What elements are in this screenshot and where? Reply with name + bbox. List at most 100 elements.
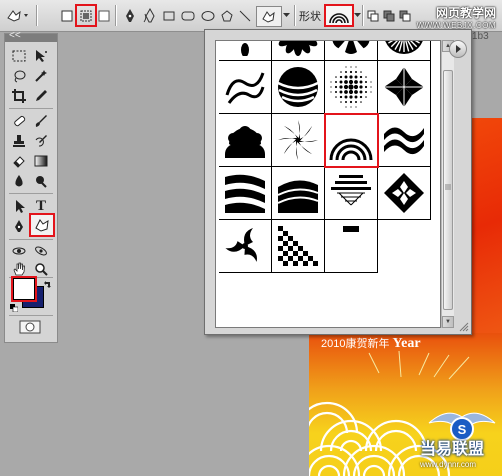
- shape-cell-pinwheel[interactable]: [272, 114, 325, 167]
- combine-subtract-button[interactable]: [398, 6, 412, 25]
- blur-tool[interactable]: [9, 172, 29, 190]
- shape-cell-checker-wedge[interactable]: [272, 220, 325, 273]
- row-partial-icon: [343, 226, 359, 232]
- marquee-tool[interactable]: [9, 47, 29, 65]
- shape-cell-row-partial[interactable]: [325, 220, 378, 273]
- triangle-right-icon: [456, 45, 461, 53]
- shape-cell-halftone-circle[interactable]: [325, 61, 378, 114]
- history-brush-icon: [35, 135, 47, 147]
- resize-grip-icon[interactable]: [459, 322, 469, 332]
- combine-add-button[interactable]: [382, 6, 396, 25]
- move-tool[interactable]: [31, 47, 51, 65]
- magnifier-icon: [35, 263, 48, 276]
- ellipse-button[interactable]: [200, 6, 216, 25]
- shape-picker-menu-button[interactable]: [449, 40, 467, 58]
- shape-cell-flower-burst[interactable]: [219, 41, 272, 61]
- healing-brush-tool[interactable]: [9, 112, 29, 130]
- tools-panel: << T: [4, 30, 58, 343]
- options-bar: 形状 网页教学网 WWW.WEBJX.COM: [0, 0, 502, 32]
- zoom-tool[interactable]: [31, 260, 51, 278]
- rounded-rectangle-button[interactable]: [180, 6, 196, 25]
- path-selection-tool[interactable]: [9, 197, 29, 215]
- scroll-down-button[interactable]: ▼: [442, 316, 454, 328]
- quick-mask-button[interactable]: [19, 320, 41, 334]
- type-tool[interactable]: T: [31, 197, 51, 215]
- 3d-orbit-tool[interactable]: [31, 242, 51, 260]
- shape-cell-arc-stack[interactable]: [324, 113, 379, 168]
- tools-panel-header[interactable]: <<: [5, 30, 57, 42]
- shape-cell-stripes-bowl[interactable]: [272, 61, 325, 114]
- triple-swirl-icon: [225, 228, 257, 262]
- dodge-tool[interactable]: [31, 172, 51, 190]
- type-icon: T: [35, 197, 46, 214]
- default-colors-icon[interactable]: [10, 304, 18, 312]
- pen-nib-icon: [15, 220, 23, 232]
- shape-cell-diamond-cross[interactable]: [378, 61, 431, 114]
- eraser-tool[interactable]: [9, 152, 29, 170]
- shape-cell-strata-grid[interactable]: [325, 167, 378, 220]
- eyedropper-tool[interactable]: [31, 87, 51, 105]
- fill-pixels-mode-icon: [98, 10, 110, 21]
- shape-label: 形状: [299, 10, 321, 23]
- shape-cell-fan-scallop[interactable]: [219, 114, 272, 167]
- checker-wedge-icon: [278, 226, 318, 266]
- gradient-tool[interactable]: [31, 152, 51, 170]
- shape-picker-scrollbar[interactable]: ▲ ▼: [441, 40, 454, 328]
- watermark-title: 网页教学网: [435, 6, 496, 20]
- combine-new-button[interactable]: [366, 6, 380, 25]
- gradient-icon: [34, 155, 48, 167]
- diamond-ornament-icon: [384, 173, 424, 213]
- options-separator: [115, 5, 117, 26]
- rectangle-button[interactable]: [162, 6, 176, 25]
- crop-tool[interactable]: [9, 87, 29, 105]
- magic-wand-tool[interactable]: [31, 67, 51, 85]
- collapse-glyph: <<: [9, 30, 21, 41]
- shape-cell-scroll-flourish[interactable]: [219, 61, 272, 114]
- pinwheel-icon: [278, 120, 318, 160]
- fill-pixels-button[interactable]: [97, 6, 111, 25]
- shape-cell-diamond-ornament[interactable]: [378, 167, 431, 220]
- eraser-icon: [13, 156, 25, 168]
- paths-mode-icon: [80, 10, 92, 21]
- shape-layers-button[interactable]: [60, 6, 74, 25]
- hand-icon: [13, 262, 25, 276]
- hand-tool[interactable]: [9, 260, 29, 278]
- shape-cell-sunflower[interactable]: [272, 41, 325, 61]
- partial-label: 1b3: [472, 31, 489, 42]
- rounded-rectangle-icon: [181, 11, 195, 20]
- magic-wand-icon: [35, 70, 47, 82]
- custom-shape-tool-preset-icon: [7, 9, 28, 22]
- tool-preset-picker[interactable]: [4, 6, 32, 25]
- pen-tool-button[interactable]: [122, 6, 138, 25]
- shape-cell-radial-sunburst[interactable]: [378, 41, 431, 61]
- shape-picker-dropdown[interactable]: [353, 6, 361, 25]
- 3d-rotate-tool[interactable]: [9, 242, 29, 260]
- freeform-pen-button[interactable]: [142, 6, 158, 25]
- pen-tool[interactable]: [9, 217, 29, 235]
- sunflower-icon: [278, 41, 318, 56]
- custom-shape-tool[interactable]: [29, 213, 55, 237]
- line-button[interactable]: [238, 6, 252, 25]
- flower-burst-icon: [241, 43, 249, 56]
- brush-tool[interactable]: [31, 112, 51, 130]
- quick-mask-icon: [19, 320, 41, 334]
- options-separator: [36, 5, 38, 26]
- foreground-color-swatch[interactable]: [11, 276, 37, 302]
- shape-cell-daisy-wreath[interactable]: [325, 41, 378, 61]
- polygon-button[interactable]: [220, 6, 234, 25]
- clone-stamp-tool[interactable]: [9, 132, 29, 150]
- line-icon: [239, 10, 251, 21]
- paths-button[interactable]: [75, 4, 97, 27]
- shape-cell-triple-swirl[interactable]: [219, 220, 272, 273]
- shape-preset-picker[interactable]: [324, 4, 354, 27]
- shape-cell-wave-flag[interactable]: [219, 167, 272, 220]
- shape-cell-triple-wave[interactable]: [378, 114, 431, 167]
- custom-shape-button[interactable]: [256, 6, 282, 27]
- shape-cell-wave-curtain[interactable]: [272, 167, 325, 220]
- scrollbar-thumb[interactable]: [443, 70, 453, 310]
- stripes-bowl-icon: [277, 67, 319, 107]
- swap-colors-icon[interactable]: [43, 280, 52, 289]
- lasso-tool[interactable]: [9, 67, 29, 85]
- history-brush-tool[interactable]: [31, 132, 51, 150]
- geometry-options-dropdown[interactable]: [282, 6, 290, 25]
